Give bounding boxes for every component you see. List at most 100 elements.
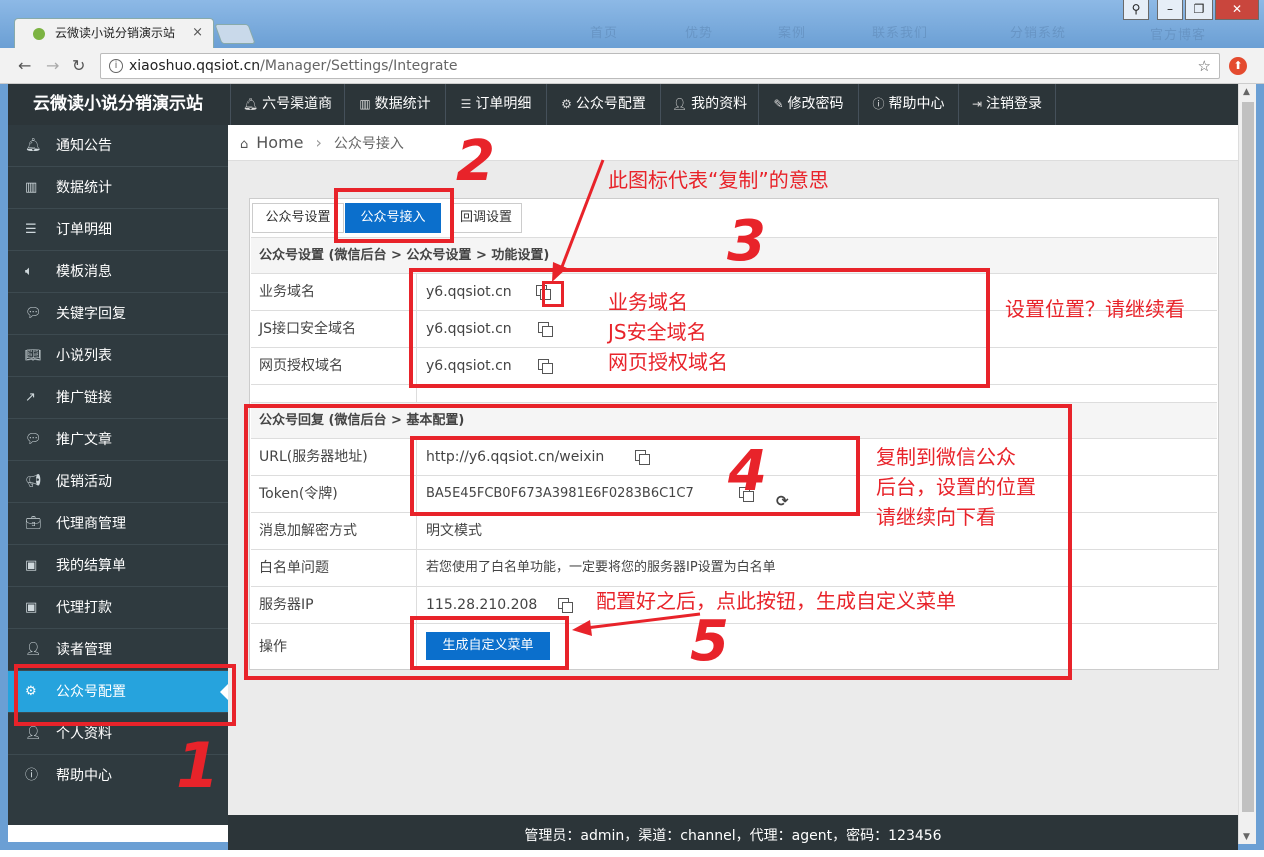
breadcrumb: ⌂ Home › 公众号接入: [228, 125, 1238, 161]
extension-icon[interactable]: ⬆: [1229, 57, 1247, 75]
ghost-link: 分销系统: [1010, 26, 1067, 41]
sidebar-item-label: 订单明细: [56, 222, 112, 238]
sidebar-item-template-msg[interactable]: 🔈︎ 模板消息: [8, 251, 228, 293]
nav-label: 订单明细: [475, 96, 532, 112]
user-icon: 👤︎: [25, 726, 42, 741]
address-toolbar: ← → ↻ i xiaoshuo.qqsiot.cn/Manager/Setti…: [0, 48, 1264, 84]
nav-item-orders[interactable]: ☰ 订单明细: [445, 84, 546, 125]
nav-label: 帮助中心: [888, 96, 945, 112]
breadcrumb-home[interactable]: Home: [256, 133, 303, 152]
annotation-note: 请继续向下看: [876, 505, 996, 529]
sidebar-item-agents[interactable]: 💼︎ 代理商管理: [8, 503, 228, 545]
annotation-note: 网页授权域名: [608, 350, 728, 374]
sidebar-item-orders[interactable]: ☰ 订单明细: [8, 209, 228, 251]
row-label: 网页授权域名: [259, 358, 343, 374]
scroll-down-icon[interactable]: ▼: [1243, 832, 1250, 842]
brand-title[interactable]: 云微读小说分销演示站: [8, 84, 228, 125]
sidebar-item-label: 公众号配置: [56, 684, 126, 700]
reload-icon[interactable]: ↻: [72, 56, 85, 75]
window-frame: [1256, 84, 1264, 850]
briefcase-icon: 💼︎: [25, 516, 42, 531]
row-value: y6.qqsiot.cn: [426, 321, 512, 337]
annotation-note: 复制到微信公众: [876, 445, 1016, 469]
url-host: xiaoshuo.qqsiot.cn: [129, 58, 261, 74]
sidebar-item-settlements[interactable]: ▣ 我的结算单: [8, 545, 228, 587]
info-icon[interactable]: i: [109, 59, 123, 73]
url-path: /Manager/Settings/Integrate: [260, 58, 458, 74]
copy-icon[interactable]: [558, 598, 573, 613]
scrollbar-thumb[interactable]: [1242, 102, 1254, 812]
sidebar-item-label: 推广链接: [56, 390, 112, 406]
maximize-button[interactable]: ❐: [1185, 0, 1213, 20]
ghost-link: 案例: [778, 26, 807, 41]
tab-wechat-settings[interactable]: 公众号设置: [252, 203, 344, 233]
nav-item-logout[interactable]: ⇥ 注销登录: [958, 84, 1056, 125]
sidebar-item-notice[interactable]: 🔔︎ 通知公告: [8, 125, 228, 167]
copy-icon[interactable]: [635, 450, 650, 465]
annotation-note: 此图标代表“复制”的意思: [608, 168, 829, 192]
row-value: 115.28.210.208: [426, 597, 538, 613]
sidebar-item-wechat-config[interactable]: ⚙ 公众号配置: [8, 671, 228, 713]
new-tab-button[interactable]: [214, 24, 256, 44]
window-frame: [0, 84, 8, 850]
copy-icon[interactable]: [536, 285, 551, 300]
row-label: Token(令牌): [259, 486, 338, 502]
nav-item-help[interactable]: ⓘ 帮助中心: [858, 84, 958, 125]
back-icon[interactable]: ←: [18, 56, 31, 75]
row-label: URL(服务器地址): [259, 449, 368, 465]
sidebar-item-label: 读者管理: [56, 642, 112, 658]
ghost-link: 优势: [685, 26, 714, 41]
section-title: 公众号回复 (微信后台 > 基本配置): [251, 402, 1217, 438]
sidebar-item-readers[interactable]: 👤︎ 读者管理: [8, 629, 228, 671]
browser-tab[interactable]: 云微读小说分销演示站 ×: [14, 18, 214, 48]
nav-label: 数据统计: [374, 96, 431, 112]
copy-icon[interactable]: [538, 359, 553, 374]
sidebar-item-stats[interactable]: ▥ 数据统计: [8, 167, 228, 209]
page-scrollbar[interactable]: ▲ ▼: [1238, 84, 1256, 844]
window-titlebar: 云微读小说分销演示站 × 首页 优势 案例 联系我们 分销系统 官方博客 ⚲ –…: [0, 0, 1264, 48]
star-icon[interactable]: ☆: [1198, 54, 1211, 78]
url-input[interactable]: i xiaoshuo.qqsiot.cn/Manager/Settings/In…: [100, 53, 1220, 79]
generate-menu-button[interactable]: 生成自定义菜单: [426, 632, 550, 660]
home-icon[interactable]: ⌂: [240, 137, 248, 152]
row-value: y6.qqsiot.cn: [426, 358, 512, 374]
forward-icon[interactable]: →: [46, 56, 59, 75]
scroll-up-icon[interactable]: ▲: [1243, 87, 1250, 97]
sidebar-item-keyword-reply[interactable]: 💬︎ 关键字回复: [8, 293, 228, 335]
sidebar-item-promotions[interactable]: 📢︎ 促销活动: [8, 461, 228, 503]
nav-item-wechat-config[interactable]: ⚙ 公众号配置: [546, 84, 660, 125]
annotation-note: 业务域名: [608, 290, 688, 314]
money-icon: ▣: [25, 558, 38, 573]
sidebar-item-promo-links[interactable]: ↗ 推广链接: [8, 377, 228, 419]
annotation-number: 1: [176, 729, 220, 802]
nav-item-password[interactable]: ✎ 修改密码: [758, 84, 858, 125]
tab-wechat-integrate[interactable]: 公众号接入: [345, 203, 441, 233]
sidebar-item-label: 我的结算单: [56, 558, 126, 574]
sidebar-item-promo-articles[interactable]: 💬︎ 推广文章: [8, 419, 228, 461]
row-label: 白名单问题: [259, 560, 329, 576]
annotation-note: 配置好之后，点此按钮，生成自定义菜单: [596, 589, 956, 613]
nav-item-channel[interactable]: 🔔︎ 六号渠道商: [230, 84, 344, 125]
nav-item-profile[interactable]: 👤︎ 我的资料: [660, 84, 758, 125]
sidebar-item-label: 代理商管理: [56, 516, 126, 532]
copy-icon[interactable]: [538, 322, 553, 337]
row-label: 服务器IP: [259, 597, 314, 613]
sidebar-item-agent-payout[interactable]: ▣ 代理打款: [8, 587, 228, 629]
favicon-icon: [33, 28, 45, 40]
minimize-button[interactable]: –: [1157, 0, 1183, 20]
tab-close-icon[interactable]: ×: [192, 19, 203, 47]
tab-callback-settings[interactable]: 回调设置: [450, 203, 522, 233]
share-icon: ↗: [25, 390, 36, 405]
nav-item-stats[interactable]: ▥ 数据统计: [344, 84, 445, 125]
row-value: BA5E45FCB0F673A3981E6F0283B6C1C7: [426, 486, 694, 501]
footer-credentials: 管理员：admin，渠道：channel，代理：agent，密码：123456: [228, 815, 1238, 850]
logout-icon: ⇥: [971, 97, 983, 111]
table-row: 白名单问题 若您使用了白名单功能，一定要将您的服务器IP设置为白名单: [251, 549, 1217, 586]
comment-icon: 💬︎: [25, 432, 42, 447]
user-icon[interactable]: ⚲: [1123, 0, 1149, 20]
annotation-note: 后台，设置的位置: [876, 475, 1036, 499]
close-button[interactable]: ✕: [1215, 0, 1259, 20]
chart-icon: ▥: [359, 97, 371, 111]
sidebar-item-novels[interactable]: 📖︎ 小说列表: [8, 335, 228, 377]
ghost-link: 联系我们: [872, 26, 929, 41]
